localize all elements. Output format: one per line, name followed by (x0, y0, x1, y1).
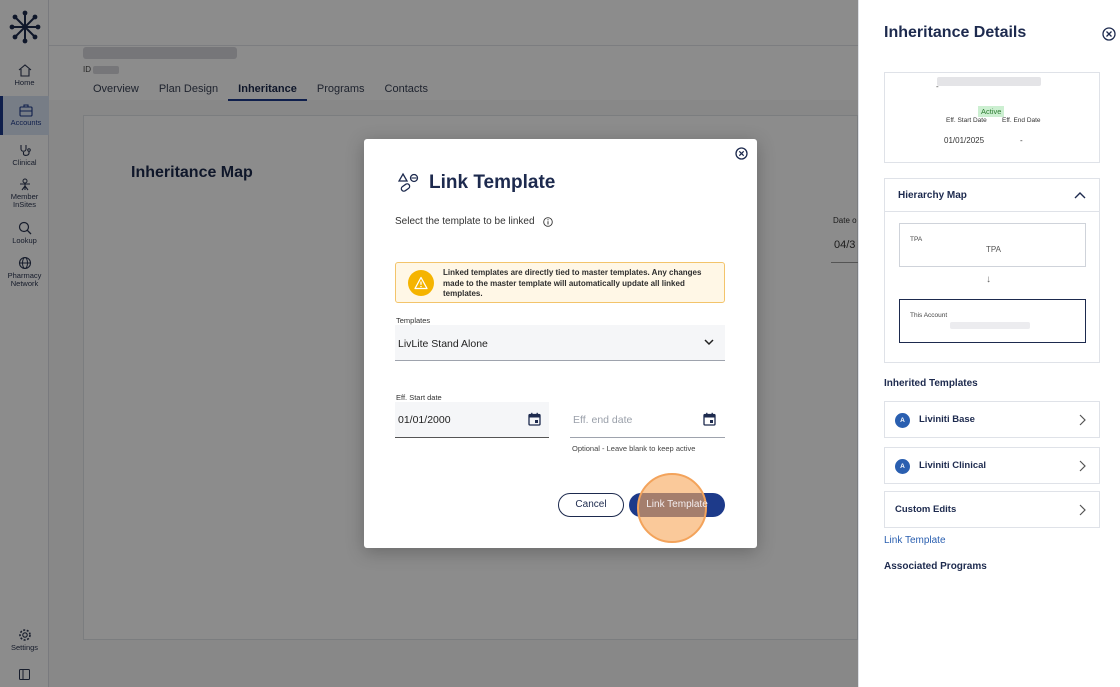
close-icon[interactable] (735, 147, 748, 160)
chevron-right-icon (1079, 460, 1086, 472)
end-date-placeholder: Eff. end date (573, 414, 633, 426)
templates-select-value: LivLite Stand Alone (398, 338, 488, 350)
start-date-input[interactable]: 01/01/2000 (395, 402, 549, 438)
node-name-redacted (950, 322, 1030, 329)
calendar-icon[interactable] (528, 412, 541, 426)
template-item-custom-edits[interactable]: Custom Edits (884, 491, 1100, 528)
inherited-templates-heading: Inherited Templates (884, 378, 978, 389)
link-template-modal: Link Template Select the template to be … (364, 139, 757, 548)
warning-icon-badge (408, 270, 434, 296)
panel-title: Inheritance Details (884, 24, 1027, 41)
avatar: A (895, 459, 910, 474)
eff-start-date-label: Eff. Start Date (946, 117, 987, 124)
chevron-right-icon (1079, 414, 1086, 426)
node-type-label: TPA (910, 236, 923, 243)
end-date-input[interactable]: Eff. end date (570, 402, 725, 438)
end-date-helper-text: Optional - Leave blank to keep active (572, 444, 696, 453)
close-icon[interactable] (1102, 27, 1116, 41)
down-arrow-icon: ↓ (986, 274, 991, 285)
start-date-field-label: Eff. Start date (396, 393, 442, 402)
link-template-link[interactable]: Link Template (884, 535, 946, 546)
warning-icon (414, 276, 428, 290)
shapes-icon (398, 172, 419, 192)
templates-select[interactable]: LivLite Stand Alone (395, 325, 725, 361)
link-template-button-label: Link Template (646, 499, 708, 510)
eff-end-date-label: Eff. End Date (1002, 117, 1041, 124)
template-label: Custom Edits (895, 504, 957, 515)
eff-end-date-value: - (1020, 136, 1023, 145)
templates-field-label: Templates (396, 316, 431, 325)
avatar: A (895, 413, 910, 428)
hierarchy-node-this-account[interactable]: This Account (899, 299, 1086, 343)
chevron-down-icon (704, 339, 714, 346)
node-type-label: This Account (910, 312, 948, 319)
associated-programs-heading: Associated Programs (884, 561, 987, 572)
account-summary-card: - Active Eff. Start Date Eff. End Date 0… (884, 72, 1100, 163)
template-label: Liviniti Clinical (919, 460, 987, 471)
chevron-right-icon (1079, 504, 1086, 516)
modal-title: Link Template (429, 172, 556, 193)
modal-subtitle: Select the template to be linked (395, 216, 535, 227)
hierarchy-map-card: Hierarchy Map TPA TPA ↓ This Account (884, 178, 1100, 363)
cancel-button[interactable]: Cancel (558, 493, 624, 517)
hierarchy-map-title: Hierarchy Map (898, 190, 967, 201)
hierarchy-map-header[interactable]: Hierarchy Map (885, 179, 1099, 212)
info-icon[interactable] (543, 217, 553, 227)
summary-dash: - (936, 82, 939, 91)
eff-start-date-value: 01/01/2025 (944, 136, 985, 145)
warning-text: Linked templates are directly tied to ma… (443, 268, 702, 298)
calendar-icon[interactable] (703, 412, 716, 426)
summary-name-redacted (937, 77, 1041, 86)
template-item-liviniti-clinical[interactable]: A Liviniti Clinical (884, 447, 1100, 484)
status-badge: Active (978, 106, 1005, 117)
template-label: Liviniti Base (919, 414, 975, 425)
chevron-up-icon (1074, 192, 1086, 199)
warning-banner: Linked templates are directly tied to ma… (395, 262, 725, 303)
node-name: TPA (986, 245, 1001, 254)
template-item-liviniti-base[interactable]: A Liviniti Base (884, 401, 1100, 438)
inheritance-details-panel: Inheritance Details - Active Eff. Start … (858, 0, 1120, 687)
start-date-value: 01/01/2000 (398, 414, 451, 426)
hierarchy-node-tpa[interactable]: TPA TPA (899, 223, 1086, 267)
